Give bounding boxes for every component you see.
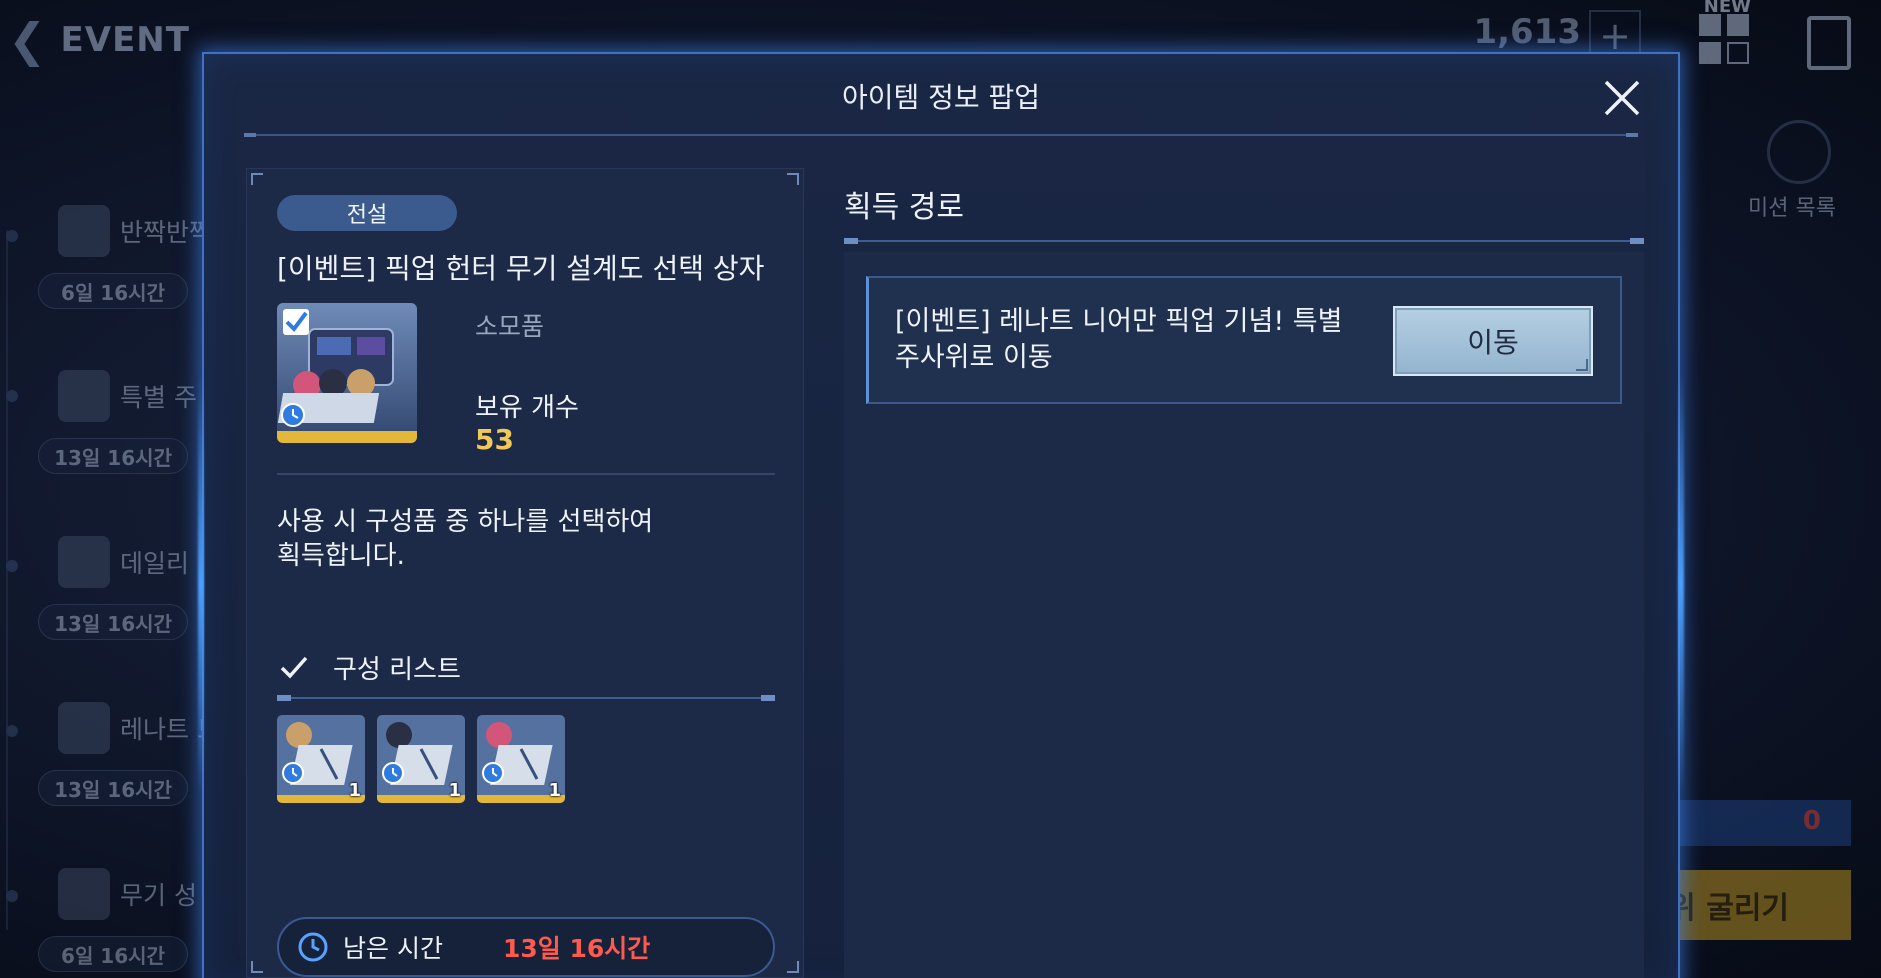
component-list-header: 구성 리스트	[277, 645, 461, 689]
item-detail-panel: 전설 [이벤트] 픽업 헌터 무기 설계도 선택 상자 소모품 보유 개수 53…	[246, 168, 804, 978]
item-name: [이벤트] 픽업 헌터 무기 설계도 선택 상자	[277, 252, 765, 285]
dice-icon	[58, 370, 110, 422]
close-icon	[1604, 80, 1640, 116]
item-icon	[277, 303, 417, 443]
sidebar-item-label: 특별 주	[120, 383, 197, 412]
popup-title: 아이템 정보 팝업	[841, 81, 1041, 114]
component-list: 1 1 1	[277, 715, 565, 803]
remaining-time-label: 남은 시간	[343, 934, 443, 963]
mission-list-icon[interactable]	[1767, 120, 1831, 184]
acquisition-divider	[844, 238, 1644, 244]
game-screen: ❮ EVENT 반짝반짝 6일 16시간 특별 주 13일 16시간 데일리 1…	[0, 0, 1881, 978]
sidebar-item-label: 무기 성	[120, 881, 197, 910]
title-divider	[244, 133, 1638, 137]
section-divider	[277, 473, 775, 475]
grade-badge: 전설	[277, 195, 457, 231]
character-portrait	[386, 722, 412, 748]
exit-door-icon[interactable]	[1807, 16, 1851, 70]
sidebar-item-label: 데일리	[120, 549, 190, 578]
owned-count: 53	[475, 423, 514, 456]
sidebar-item-time: 13일 16시간	[38, 604, 188, 640]
checklist-icon	[58, 536, 110, 588]
mission-list-label: 미션 목록	[1748, 196, 1836, 221]
component-list-title: 구성 리스트	[333, 654, 461, 685]
component-quantity: 1	[548, 780, 561, 801]
component-quantity: 1	[348, 780, 361, 801]
item-description: 사용 시 구성품 중 하나를 선택하여 획득합니다.	[277, 507, 654, 571]
frame-corner	[787, 173, 799, 185]
sidebar-item-time: 6일 16시간	[38, 936, 188, 972]
rail-dot	[6, 890, 18, 902]
frame-corner	[251, 173, 263, 185]
frame-corner	[251, 961, 263, 973]
clock-icon	[298, 932, 328, 962]
popup-glow	[198, 374, 204, 794]
remaining-time-bar: 남은 시간 13일 16시간	[277, 917, 775, 977]
character-portrait	[286, 722, 312, 748]
component-item[interactable]: 1	[477, 715, 565, 803]
acquisition-list: [이벤트] 레나트 니어만 픽업 기념! 특별 주사위로 이동 이동	[844, 252, 1644, 978]
back-arrow-icon[interactable]: ❮	[8, 17, 47, 63]
menu-grid-icon[interactable]	[1699, 14, 1751, 66]
sidebar-item-label: 반짝반짝	[120, 218, 213, 247]
move-button[interactable]: 이동	[1393, 306, 1593, 376]
rail-dot	[6, 725, 18, 737]
component-item[interactable]: 1	[377, 715, 465, 803]
sidebar-item-time: 13일 16시간	[38, 438, 188, 474]
owned-count-label: 보유 개수	[475, 393, 579, 423]
route-description: [이벤트] 레나트 니어만 픽업 기념! 특별 주사위로 이동	[895, 306, 1343, 373]
popup-glow	[1678, 374, 1684, 794]
remaining-time-value: 13일 16시간	[503, 934, 651, 963]
rail-dot	[6, 560, 18, 572]
component-list-divider	[277, 695, 775, 701]
rail-dot	[6, 390, 18, 402]
puzzle-icon	[58, 205, 110, 257]
sidebar-rail	[6, 230, 18, 930]
character-portrait	[486, 722, 512, 748]
event-title: EVENT	[60, 20, 190, 60]
acquisition-route-item: [이벤트] 레나트 니어만 픽업 기념! 특별 주사위로 이동 이동	[866, 276, 1622, 404]
item-type: 소모품	[475, 312, 545, 341]
sidebar-item-time: 13일 16시간	[38, 770, 188, 806]
component-quantity: 1	[448, 780, 461, 801]
currency-amount: 1,613	[1473, 12, 1581, 52]
checkmark-icon	[280, 656, 308, 679]
rail-dot	[6, 230, 18, 242]
close-button[interactable]	[1600, 76, 1644, 120]
emblem-icon	[58, 702, 110, 754]
item-info-popup: 아이템 정보 팝업 전설 [이벤트] 픽업 헌터 무기 설계도 선택 상자 소모…	[198, 52, 1684, 978]
weapon-emblem-icon	[58, 868, 110, 920]
frame-corner	[787, 961, 799, 973]
acquisition-title: 획득 경로	[844, 190, 964, 225]
progress-counter: 0	[1802, 806, 1821, 836]
sidebar-item-time: 6일 16시간	[38, 273, 188, 309]
acquisition-panel: 획득 경로 [이벤트] 레나트 니어만 픽업 기념! 특별 주사위로 이동 이동	[844, 168, 1644, 978]
component-item[interactable]: 1	[277, 715, 365, 803]
